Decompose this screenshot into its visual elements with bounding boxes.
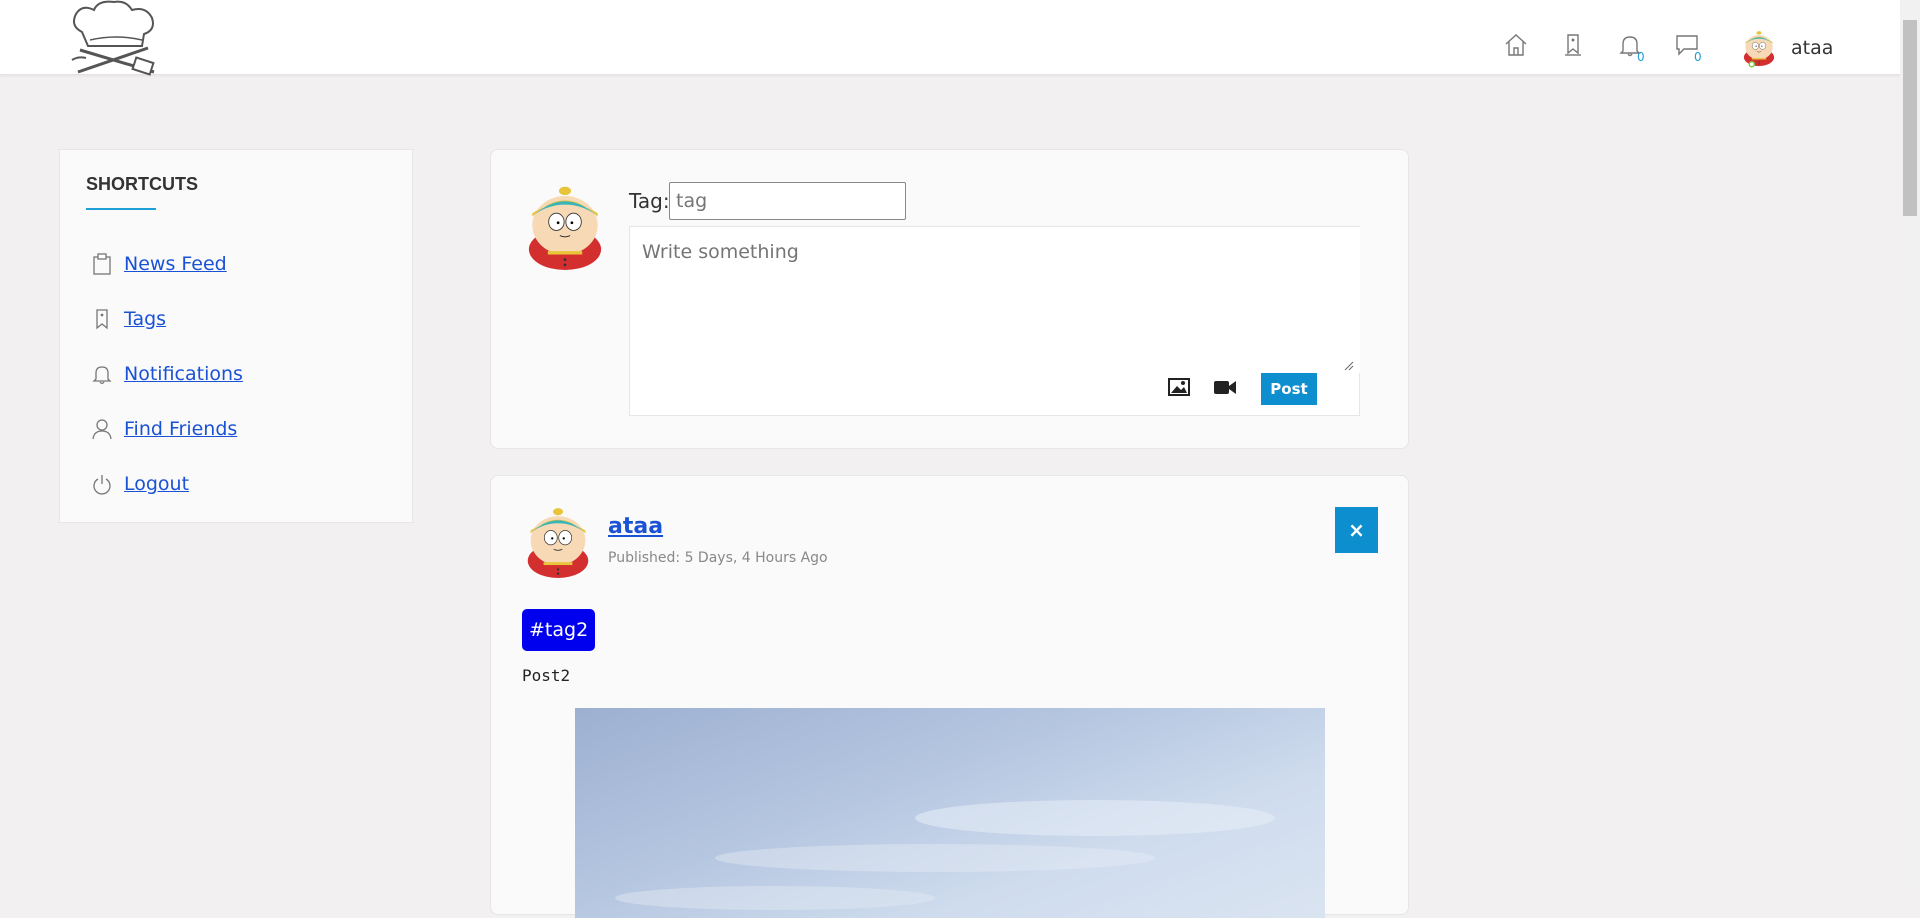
post-tag-badge[interactable]: #tag2	[522, 609, 596, 651]
tag-icon[interactable]	[1560, 32, 1586, 58]
shortcut-label[interactable]: Find Friends	[124, 418, 237, 440]
post-composer: Tag: Post	[490, 149, 1409, 449]
shortcut-label[interactable]: Notifications	[124, 363, 243, 385]
post-author-avatar[interactable]	[522, 506, 594, 578]
shortcut-news-feed[interactable]: News Feed	[92, 250, 227, 278]
post-text: Post2	[522, 666, 571, 685]
chef-logo-icon[interactable]	[68, 0, 160, 76]
video-camera-icon[interactable]	[1213, 377, 1237, 397]
shortcuts-panel: SHORTCUTS News Feed Tags Notifications F…	[59, 149, 413, 523]
composer-avatar	[522, 183, 608, 271]
nav-username: ataa	[1791, 37, 1834, 59]
shortcut-logout[interactable]: Logout	[92, 470, 189, 498]
shortcut-label[interactable]: News Feed	[124, 253, 227, 275]
compose-box: Post	[629, 226, 1360, 416]
page-scrollbar[interactable]	[1900, 0, 1920, 888]
shortcut-notifications[interactable]: Notifications	[92, 360, 243, 388]
post-author-link[interactable]: ataa	[608, 514, 663, 539]
title-underline	[86, 208, 156, 210]
post-textarea[interactable]	[630, 227, 1360, 373]
clipboard-icon	[93, 253, 111, 275]
post-card: ataa Published: 5 Days, 4 Hours Ago × #t…	[490, 475, 1409, 918]
tag-input[interactable]	[669, 182, 906, 220]
user-avatar	[1741, 28, 1777, 68]
post-timestamp: Published: 5 Days, 4 Hours Ago	[608, 550, 828, 566]
resize-handle-icon[interactable]	[1344, 361, 1354, 371]
user-menu[interactable]: ataa	[1741, 28, 1833, 68]
shortcut-tags[interactable]: Tags	[92, 305, 166, 333]
tag-label: Tag:	[629, 189, 670, 213]
delete-post-button[interactable]: ×	[1335, 507, 1378, 553]
notification-count: 0	[1637, 50, 1645, 64]
top-navbar: 0 0 ataa	[0, 0, 1900, 76]
home-icon[interactable]	[1503, 32, 1529, 58]
shortcut-label[interactable]: Logout	[124, 473, 189, 495]
message-count: 0	[1694, 50, 1702, 64]
user-icon	[92, 419, 112, 440]
power-icon	[93, 475, 111, 495]
shortcut-label[interactable]: Tags	[124, 308, 166, 330]
tag-icon	[96, 309, 108, 330]
post-image	[575, 708, 1325, 918]
image-icon[interactable]	[1168, 377, 1190, 397]
shortcuts-title: SHORTCUTS	[86, 174, 198, 194]
post-button[interactable]: Post	[1261, 373, 1317, 405]
scrollbar-thumb[interactable]	[1903, 20, 1917, 216]
bell-icon	[92, 366, 112, 385]
shortcut-find-friends[interactable]: Find Friends	[92, 415, 237, 443]
